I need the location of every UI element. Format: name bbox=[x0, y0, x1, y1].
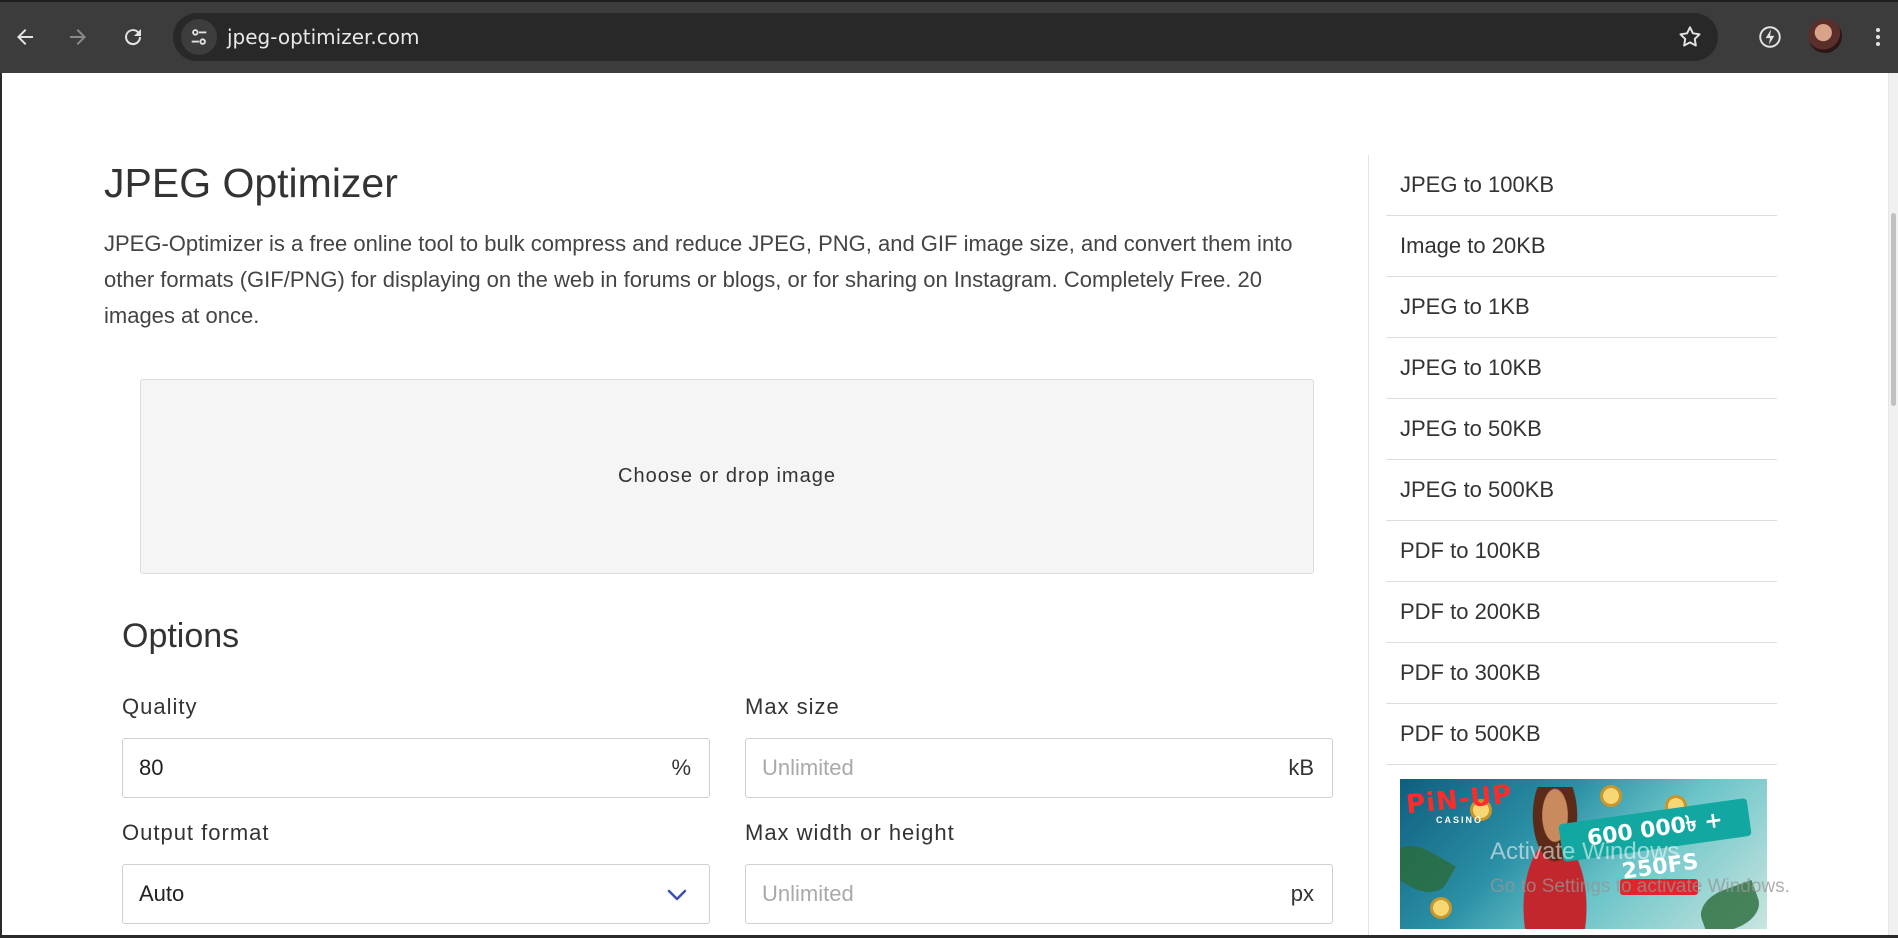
window-edge bbox=[0, 73, 2, 938]
address-bar[interactable]: jpeg-optimizer.com bbox=[173, 13, 1718, 61]
output-format-value: Auto bbox=[139, 881, 185, 906]
tune-icon bbox=[191, 29, 207, 45]
url-text[interactable]: jpeg-optimizer.com bbox=[227, 13, 419, 61]
site-info-button[interactable] bbox=[181, 19, 217, 55]
tab-strip-edge bbox=[0, 0, 1898, 2]
back-button[interactable] bbox=[8, 20, 42, 54]
quality-input[interactable] bbox=[139, 739, 639, 797]
reload-icon bbox=[125, 29, 142, 46]
sidebar-links: JPEG to 100KB Image to 20KB JPEG to 1KB … bbox=[1386, 155, 1777, 765]
max-dimension-label: Max width or height bbox=[745, 820, 955, 845]
sidebar-link[interactable]: JPEG to 100KB bbox=[1386, 155, 1777, 216]
sidebar-link[interactable]: PDF to 500KB bbox=[1386, 704, 1777, 765]
quality-suffix: % bbox=[671, 755, 691, 780]
extension-button[interactable] bbox=[1752, 19, 1788, 55]
max-size-field[interactable]: kB bbox=[745, 738, 1333, 798]
options-heading: Options bbox=[122, 617, 240, 655]
sidebar-link[interactable]: PDF to 300KB bbox=[1386, 643, 1777, 704]
sidebar-link[interactable]: PDF to 200KB bbox=[1386, 582, 1777, 643]
arrow-left-icon bbox=[17, 29, 33, 45]
max-size-input[interactable] bbox=[762, 739, 1262, 797]
dropzone-label: Choose or drop image bbox=[618, 465, 836, 487]
browser-menu-button[interactable] bbox=[1860, 19, 1896, 55]
page-scrollbar[interactable] bbox=[1888, 73, 1898, 938]
max-size-suffix: kB bbox=[1288, 755, 1314, 780]
kebab-menu-icon bbox=[1876, 28, 1880, 46]
quality-field[interactable]: % bbox=[122, 738, 710, 798]
star-icon bbox=[1679, 26, 1701, 47]
sidebar-link[interactable]: JPEG to 10KB bbox=[1386, 338, 1777, 399]
profile-avatar[interactable] bbox=[1808, 19, 1842, 53]
browser-toolbar: jpeg-optimizer.com bbox=[0, 0, 1898, 73]
quality-label: Quality bbox=[122, 694, 198, 719]
reload-button[interactable] bbox=[116, 20, 150, 54]
max-dimension-input[interactable] bbox=[762, 865, 1262, 923]
chevron-down-icon bbox=[667, 889, 687, 901]
max-dimension-field[interactable]: px bbox=[745, 864, 1333, 924]
windows-activation-hint: Go to Settings to activate Windows. bbox=[1490, 876, 1790, 897]
sidebar-link[interactable]: JPEG to 50KB bbox=[1386, 399, 1777, 460]
ad-logo-sub: CASINO bbox=[1436, 815, 1484, 825]
sidebar-link[interactable]: PDF to 100KB bbox=[1386, 521, 1777, 582]
output-format-select[interactable]: Auto bbox=[122, 864, 710, 924]
max-size-label: Max size bbox=[745, 694, 840, 719]
max-dimension-suffix: px bbox=[1290, 881, 1314, 906]
sidebar-link[interactable]: JPEG to 500KB bbox=[1386, 460, 1777, 521]
image-dropzone[interactable]: Choose or drop image bbox=[140, 379, 1314, 574]
sidebar-divider bbox=[1368, 155, 1369, 938]
windows-activation-watermark: Activate Windows bbox=[1490, 838, 1680, 865]
intro-text: JPEG-Optimizer is a free online tool to … bbox=[104, 231, 1293, 328]
ad-leaf-decoration bbox=[1400, 836, 1456, 902]
arrow-right-icon bbox=[70, 29, 86, 45]
scrollbar-thumb[interactable] bbox=[1891, 213, 1896, 406]
page-title: JPEG Optimizer bbox=[104, 160, 398, 206]
sidebar-link[interactable]: JPEG to 1KB bbox=[1386, 277, 1777, 338]
sidebar-link[interactable]: Image to 20KB bbox=[1386, 216, 1777, 277]
ad-coin-decoration bbox=[1430, 897, 1452, 919]
lightning-icon bbox=[1759, 26, 1781, 48]
forward-button[interactable] bbox=[61, 20, 95, 54]
output-format-label: Output format bbox=[122, 820, 270, 845]
bookmark-button[interactable] bbox=[1676, 23, 1704, 51]
